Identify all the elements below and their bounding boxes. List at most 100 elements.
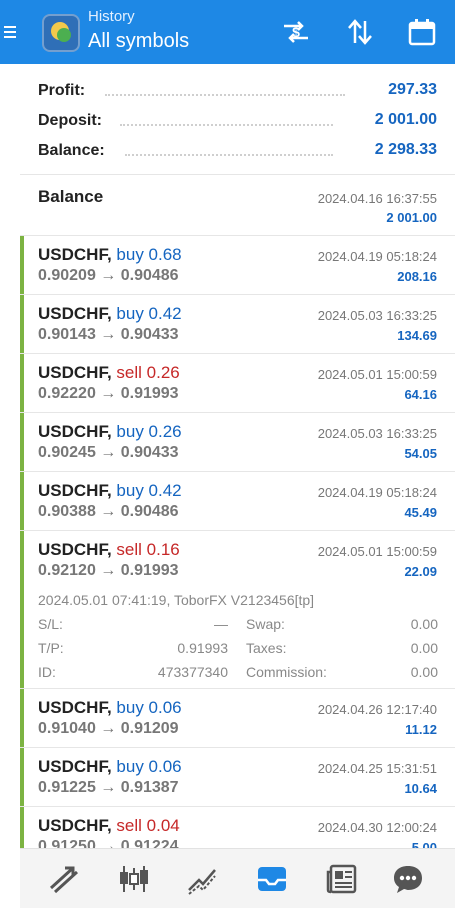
trade-profit: 10.64: [404, 781, 437, 796]
summary-value: 297.33: [388, 81, 437, 98]
trade-side: buy 0.42: [116, 304, 182, 323]
profit-indicator-bar: [20, 413, 24, 471]
trade-profit: 11.12: [405, 722, 437, 737]
trade-time: 2024.05.03 16:33:25: [317, 426, 437, 441]
profit-indicator-bar: [20, 472, 24, 530]
trade-profit: 45.49: [404, 505, 437, 520]
sort-button[interactable]: [342, 14, 378, 50]
trade-row[interactable]: USDCHF, buy 0.42 0.90143 → 0.90433 2024.…: [20, 295, 455, 354]
trade-symbol: USDCHF,: [38, 698, 112, 717]
summary-deposit: Deposit: 2 001.00: [20, 106, 455, 136]
swap-label: Swap:: [246, 616, 285, 632]
taxes-value: 0.00: [410, 640, 438, 656]
trade-prices: 0.90245 → 0.90433: [38, 444, 179, 461]
svg-text:$: $: [292, 24, 300, 40]
profit-indicator-bar: [20, 236, 24, 294]
trade-time: 2024.04.19 05:18:24: [317, 485, 437, 500]
trade-row[interactable]: USDCHF, buy 0.68 0.90209 → 0.90486 2024.…: [20, 236, 455, 295]
trade-row[interactable]: USDCHF, buy 0.26 0.90245 → 0.90433 2024.…: [20, 413, 455, 472]
profit-indicator-bar: [20, 748, 24, 806]
tab-history[interactable]: [254, 861, 290, 897]
trade-time: 2024.04.19 05:18:24: [317, 249, 437, 264]
trade-symbol: USDCHF,: [38, 363, 112, 382]
summary-value: 2 001.00: [374, 111, 437, 128]
header-title[interactable]: All symbols: [88, 30, 189, 53]
trade-row[interactable]: USDCHF, buy 0.06 0.91225 → 0.91387 2024.…: [20, 748, 455, 807]
taxes-label: Taxes:: [246, 640, 287, 656]
currency-exchange-icon: $: [284, 21, 308, 43]
balance-time: 2024.04.16 16:37:55: [317, 191, 437, 206]
trade-row[interactable]: USDCHF, buy 0.06 0.91040 → 0.91209 2024.…: [20, 689, 455, 748]
trade-symbol: USDCHF,: [38, 304, 112, 323]
trade-time: 2024.05.01 15:00:59: [317, 367, 437, 382]
trade-symbol: USDCHF,: [38, 422, 112, 441]
profit-indicator-bar: [20, 295, 24, 353]
swap-value: 0.00: [410, 616, 438, 632]
trade-side: buy 0.06: [116, 698, 182, 717]
menu-icon: [4, 26, 16, 38]
trade-row[interactable]: USDCHF, buy 0.42 0.90388 → 0.90486 2024.…: [20, 472, 455, 531]
profit-indicator-bar: [20, 354, 24, 412]
trade-side: buy 0.68: [116, 245, 182, 264]
history-icon: [258, 867, 286, 891]
trade-profit: 22.09: [404, 564, 437, 579]
tab-quotes[interactable]: [46, 861, 82, 897]
trade-time: 2024.05.01 15:00:59: [317, 544, 437, 559]
history-screen: History All symbols $ Profit: 297.33 Dep…: [20, 0, 455, 908]
tp-value: 0.91993: [177, 640, 228, 656]
balance-amount: 2 001.00: [386, 210, 437, 225]
trade-profit: 54.05: [404, 446, 437, 461]
sl-value: —: [214, 616, 228, 632]
trade-row-expanded[interactable]: USDCHF, sell 0.16 0.92120 → 0.91993 2024…: [20, 531, 455, 689]
trade-side: buy 0.26: [116, 422, 182, 441]
trade-side: buy 0.42: [116, 481, 182, 500]
trade-time: 2024.04.30 12:00:24: [317, 820, 437, 835]
calendar-button[interactable]: [404, 14, 440, 50]
profit-indicator-bar: [20, 531, 24, 688]
quotes-icon: [49, 866, 79, 894]
trade-time: 2024.05.03 16:33:25: [317, 308, 437, 323]
sort-icon: [348, 19, 372, 45]
trade-side: buy 0.06: [116, 757, 182, 776]
trade-symbol: USDCHF,: [38, 757, 112, 776]
commission-label: Commission:: [246, 664, 327, 680]
currency-exchange-button[interactable]: $: [278, 14, 314, 50]
menu-button[interactable]: [0, 0, 20, 64]
trade-symbol: USDCHF,: [38, 816, 112, 835]
trade-profit: 134.69: [397, 328, 437, 343]
summary-panel: Profit: 297.33 Deposit: 2 001.00 Balance…: [20, 64, 455, 175]
trade-row[interactable]: USDCHF, sell 0.26 0.92220 → 0.91993 2024…: [20, 354, 455, 413]
news-icon: [326, 864, 357, 894]
summary-profit: Profit: 297.33: [20, 76, 455, 106]
bottom-tab-bar: [20, 848, 455, 908]
tab-chart[interactable]: [116, 861, 152, 897]
commission-value: 0.00: [410, 664, 438, 680]
trade-icon: [188, 869, 216, 895]
trade-prices: 0.91225 → 0.91387: [38, 779, 179, 796]
balance-title: Balance: [38, 187, 104, 206]
tab-news[interactable]: [324, 861, 360, 897]
trade-prices: 0.92120 → 0.91993: [38, 562, 179, 579]
trade-side: sell 0.16: [116, 540, 180, 559]
trade-symbol: USDCHF,: [38, 540, 112, 559]
id-value: 473377340: [157, 664, 228, 680]
trade-prices: 0.92220 → 0.91993: [38, 385, 179, 402]
trade-time: 2024.04.26 12:17:40: [317, 702, 437, 717]
trade-symbol: USDCHF,: [38, 245, 112, 264]
trade-time: 2024.04.25 15:31:51: [317, 761, 437, 776]
sl-label: S/L:: [38, 616, 63, 632]
summary-label: Balance:: [38, 142, 105, 159]
summary-value: 2 298.33: [374, 141, 437, 158]
trade-comment: 2024.05.01 07:41:19, ToborFX V2123456[tp…: [38, 592, 315, 608]
tp-label: T/P:: [38, 640, 64, 656]
profit-indicator-bar: [20, 689, 24, 747]
balance-entry[interactable]: Balance 2024.04.16 16:37:55 2 001.00: [20, 175, 455, 236]
trade-list: USDCHF, buy 0.68 0.90209 → 0.90486 2024.…: [20, 236, 455, 866]
tab-chat[interactable]: [390, 861, 426, 897]
chat-icon: [394, 866, 422, 893]
app-logo: [42, 14, 80, 52]
tab-trade[interactable]: [184, 861, 220, 897]
trade-prices: 0.90388 → 0.90486: [38, 503, 179, 520]
trade-symbol: USDCHF,: [38, 481, 112, 500]
calendar-icon: [408, 19, 436, 46]
